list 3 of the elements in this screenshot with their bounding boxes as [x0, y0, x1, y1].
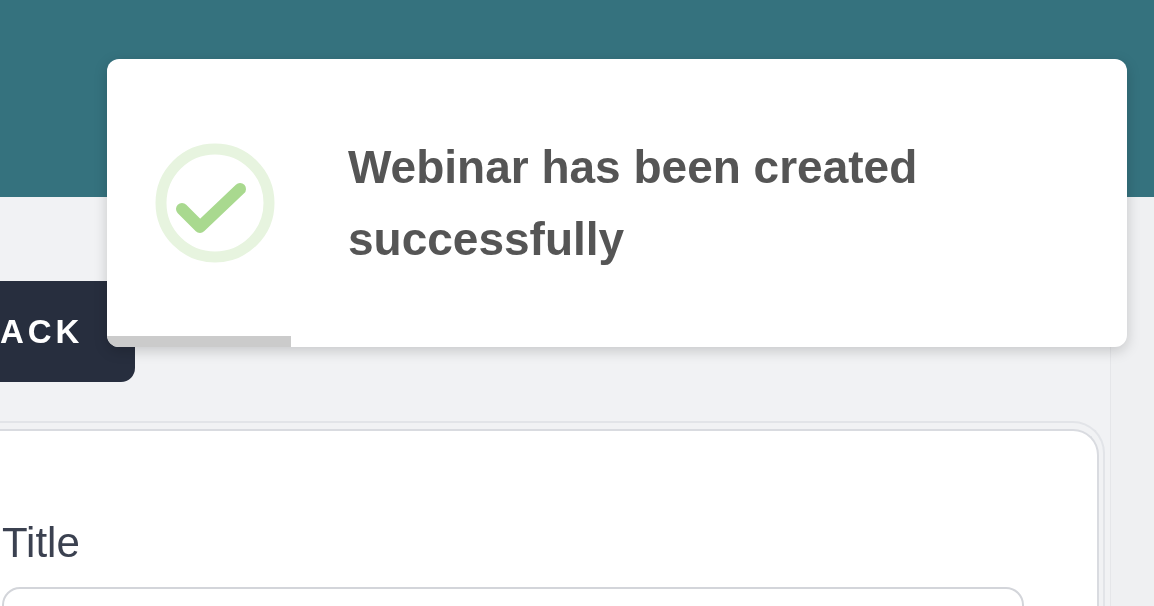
field-label: Title	[2, 519, 80, 567]
check-circle-icon	[155, 143, 275, 263]
toast-message: Webinar has been created successfully	[348, 140, 919, 267]
